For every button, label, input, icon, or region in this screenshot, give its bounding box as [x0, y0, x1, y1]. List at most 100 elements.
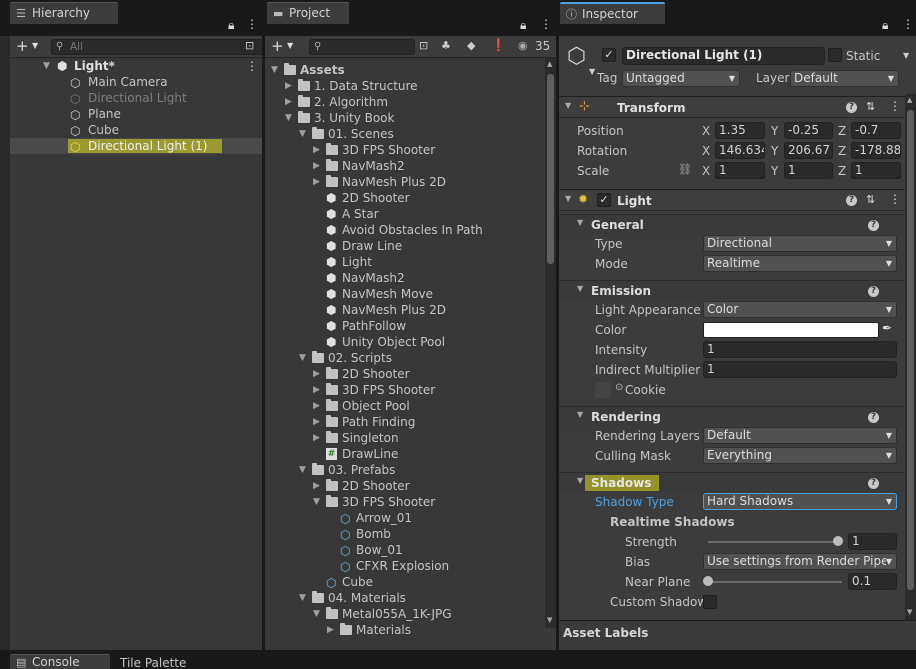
project-folder-row[interactable]: ▶ 1. Data Structure [265, 78, 556, 94]
static-checkbox[interactable] [828, 48, 842, 62]
rotation-z-field[interactable]: -178.88 [851, 142, 901, 159]
project-search-input[interactable]: ⚲ [309, 39, 415, 55]
project-folder-row[interactable]: ▶ 2. Algorithm [265, 94, 556, 110]
culling-mask-dropdown[interactable]: Everything ▼ [703, 447, 897, 464]
scroll-up-icon[interactable]: ▲ [547, 60, 552, 68]
project-folder-row[interactable]: ▶ Path Finding [265, 414, 556, 430]
active-checkbox[interactable]: ✓ [602, 48, 616, 62]
expand-arrow-icon[interactable]: ▼ [313, 494, 320, 510]
project-folder-row[interactable]: ▼ 01. Scenes [265, 126, 556, 142]
project-asset-row[interactable]: ⬢ Unity Object Pool [265, 334, 556, 350]
asset-labels-bar[interactable]: Asset Labels [559, 620, 916, 650]
expand-arrow-icon[interactable]: ▼ [285, 110, 292, 126]
project-asset-row[interactable]: ⬢ NavMash2 [265, 270, 556, 286]
hierarchy-item[interactable]: ⬡ Main Camera [10, 74, 262, 90]
scale-z-field[interactable]: 1 [851, 162, 901, 179]
expand-arrow-icon[interactable]: ▶ [313, 398, 320, 414]
hierarchy-search-input[interactable]: ⚲ All [51, 39, 262, 55]
scrollbar-thumb[interactable] [907, 110, 914, 590]
custom-shadow-checkbox[interactable] [703, 595, 717, 609]
project-folder-row[interactable]: ▶ Object Pool [265, 398, 556, 414]
project-folder-row[interactable]: ▶ 2D Shooter [265, 366, 556, 382]
object-picker-icon[interactable]: ⊙ [615, 382, 623, 393]
project-asset-row[interactable]: ⬢ Light [265, 254, 556, 270]
expand-arrow-icon[interactable]: ▼ [565, 101, 571, 110]
constrain-proportions-icon[interactable]: ⛓︎ [678, 163, 692, 176]
add-icon[interactable]: + [271, 37, 284, 55]
strength-slider-handle[interactable] [833, 536, 843, 546]
chevron-down-icon[interactable]: ▼ [589, 67, 595, 76]
project-folder-row[interactable]: ▶ 3D FPS Shooter [265, 142, 556, 158]
help-icon[interactable]: ? [868, 412, 879, 423]
kebab-menu-icon[interactable]: ⋮ [246, 17, 258, 31]
scale-y-field[interactable]: 1 [784, 162, 833, 179]
project-folder-row[interactable]: ▶ Materials [265, 622, 556, 638]
search-by-type-icon[interactable]: ⊡ [245, 39, 254, 52]
kebab-menu-icon[interactable]: ⋮ [889, 99, 901, 113]
hierarchy-item[interactable]: ⬡ Plane [10, 106, 262, 122]
project-asset-row[interactable]: ⬢ 2D Shooter [265, 190, 556, 206]
rendering-foldout[interactable]: ▼ Rendering ? [559, 406, 916, 426]
project-asset-row[interactable]: ⬡ CFXR Explosion [265, 558, 556, 574]
position-x-field[interactable]: 1.35 [715, 122, 765, 139]
color-swatch[interactable] [703, 322, 879, 338]
shadow-type-dropdown[interactable]: Hard Shadows ▼ [703, 493, 897, 510]
project-asset-row[interactable]: ⬢ Avoid Obstacles In Path [265, 222, 556, 238]
layer-dropdown[interactable]: Default ▼ [790, 70, 899, 87]
expand-arrow-icon[interactable]: ▶ [313, 142, 320, 158]
intensity-field[interactable]: 1 [703, 341, 897, 358]
position-y-field[interactable]: -0.25 [784, 122, 833, 139]
warning-icon[interactable]: ❗ [491, 38, 506, 52]
project-folder-row[interactable]: ▶ 2D Shooter [265, 478, 556, 494]
light-header[interactable]: ▼ ✹ ✓ Light ? ⇅ ⋮ [559, 189, 916, 211]
near-plane-slider-track[interactable] [708, 581, 842, 583]
project-asset-row[interactable]: ⬢ NavMesh Plus 2D [265, 302, 556, 318]
filter-by-label-icon[interactable]: ◆ [467, 39, 475, 52]
help-icon[interactable]: ? [846, 195, 857, 206]
position-z-field[interactable]: -0.7 [851, 122, 901, 139]
expand-arrow-icon[interactable]: ▼ [565, 194, 571, 203]
filter-by-type-icon[interactable]: ♣ [441, 39, 451, 52]
eyedropper-icon[interactable]: ✒ [882, 321, 892, 335]
light-appearance-dropdown[interactable]: Color ▼ [703, 301, 897, 318]
expand-arrow-icon[interactable]: ▼ [43, 58, 50, 74]
rotation-x-field[interactable]: 146.634 [715, 142, 765, 159]
bias-dropdown[interactable]: Use settings from Render Pipel ▼ [703, 553, 897, 570]
presets-icon[interactable]: ⇅ [866, 100, 875, 113]
tag-dropdown[interactable]: Untagged ▼ [622, 70, 740, 87]
rotation-y-field[interactable]: 206.67 [784, 142, 833, 159]
tab-project[interactable]: ▬ Project [267, 2, 349, 24]
near-plane-slider-handle[interactable] [703, 576, 713, 586]
project-folder-row[interactable]: ▶ 3D FPS Shooter [265, 382, 556, 398]
expand-arrow-icon[interactable]: ▼ [299, 590, 306, 606]
kebab-menu-icon[interactable]: ⋮ [540, 17, 552, 31]
kebab-menu-icon[interactable]: ⋮ [902, 17, 914, 31]
lock-icon[interactable]: 🔒︎ [228, 18, 234, 33]
expand-arrow-icon[interactable]: ▼ [577, 218, 583, 227]
project-scrollbar[interactable]: ▲ ▼ [545, 58, 556, 628]
general-foldout[interactable]: ▼ General ? [559, 214, 916, 234]
expand-arrow-icon[interactable]: ▼ [299, 350, 306, 366]
expand-arrow-icon[interactable]: ▶ [285, 94, 292, 110]
project-asset-row[interactable]: ⬢ NavMesh Move [265, 286, 556, 302]
project-folder-row[interactable]: ▶ NavMash2 [265, 158, 556, 174]
hierarchy-item-selected[interactable]: ⬡ Directional Light (1) [10, 138, 262, 154]
expand-arrow-icon[interactable]: ▼ [271, 62, 278, 78]
scale-x-field[interactable]: 1 [715, 162, 765, 179]
hierarchy-scene-row[interactable]: ▼ ⬢ Light* ⋮ [10, 58, 262, 74]
project-folder-row[interactable]: ▼ Assets [265, 62, 556, 78]
expand-arrow-icon[interactable]: ▶ [327, 622, 334, 638]
project-folder-row[interactable]: ▼ 03. Prefabs [265, 462, 556, 478]
hierarchy-item[interactable]: ⬡ Cube [10, 122, 262, 138]
project-asset-row[interactable]: ⬢ A Star [265, 206, 556, 222]
expand-arrow-icon[interactable]: ▼ [299, 462, 306, 478]
tab-console[interactable]: ▤ Console [10, 654, 110, 669]
expand-arrow-icon[interactable]: ▼ [577, 284, 583, 293]
project-folder-row[interactable]: ▼ 02. Scripts [265, 350, 556, 366]
strength-field[interactable]: 1 [848, 533, 897, 550]
chevron-down-icon[interactable]: ▼ [32, 41, 38, 50]
expand-arrow-icon[interactable]: ▶ [313, 430, 320, 446]
help-icon[interactable]: ? [846, 102, 857, 113]
strength-slider-track[interactable] [708, 541, 842, 543]
scroll-up-icon[interactable]: ▲ [907, 96, 912, 104]
